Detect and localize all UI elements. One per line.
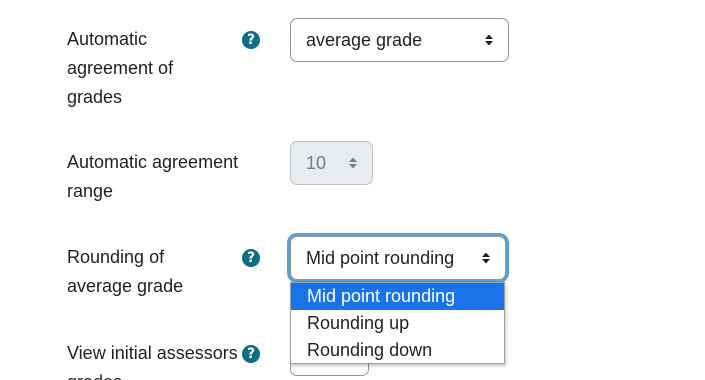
select-caret-icon: [348, 156, 358, 170]
agreement-range-select-value: 10: [306, 153, 327, 173]
agreement-range-label-line-2: range: [67, 181, 114, 201]
automatic-agreement-label-line-3: grades: [67, 87, 123, 107]
select-caret-icon: [484, 33, 494, 47]
rounding-select-value: Mid point rounding: [306, 248, 455, 268]
help-icon[interactable]: ?: [242, 31, 260, 49]
option-mid-point-rounding[interactable]: Mid point rounding: [291, 283, 504, 310]
help-icon[interactable]: ?: [242, 345, 260, 363]
help-icon[interactable]: ?: [242, 249, 260, 267]
rounding-label-line-2: average grade: [67, 276, 184, 296]
rounding-label-line-1: Rounding of: [67, 247, 165, 267]
agreement-range-label-line-1: Automatic agreement: [67, 152, 239, 172]
agreement-range-select: 10: [290, 141, 373, 185]
view-initial-assessors-label-line-1: View initial assessors: [67, 343, 238, 363]
automatic-agreement-select-value: average grade: [306, 30, 423, 50]
option-rounding-up[interactable]: Rounding up: [291, 310, 504, 337]
select-caret-icon: [481, 251, 491, 265]
settings-form: Automatic agreement of grades ? average …: [0, 0, 705, 380]
automatic-agreement-label-line-1: Automatic: [67, 29, 148, 49]
view-initial-assessors-label-line-2: grades: [67, 368, 122, 380]
rounding-options-list: Mid point rounding Rounding up Rounding …: [290, 282, 505, 364]
automatic-agreement-select[interactable]: average grade: [290, 18, 509, 62]
rounding-select[interactable]: Mid point rounding: [290, 236, 506, 280]
option-rounding-down[interactable]: Rounding down: [291, 337, 504, 364]
automatic-agreement-label-line-2: agreement of: [67, 58, 174, 78]
